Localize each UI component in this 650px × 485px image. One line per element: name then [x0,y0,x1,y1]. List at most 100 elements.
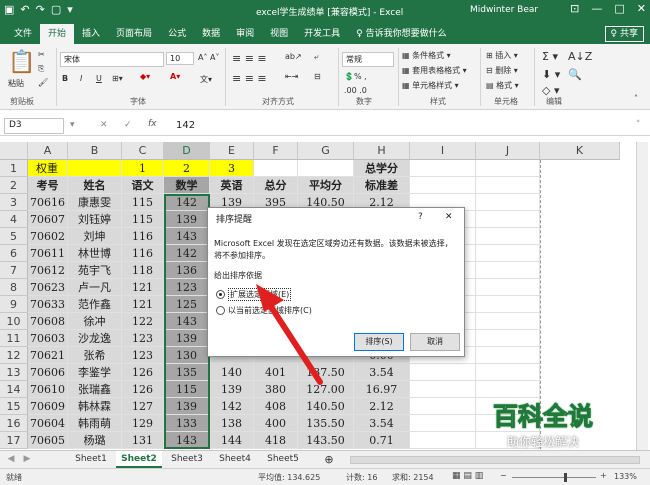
sheet-tab-1[interactable]: Sheet1 [68,451,114,468]
cell[interactable]: 1 [122,160,164,177]
cell[interactable]: 70602 [28,228,68,245]
bold-button[interactable]: B [62,74,68,83]
cell[interactable]: 139 [210,381,254,398]
row-header[interactable]: 11 [0,330,28,347]
grow-font-icon[interactable]: A˄ A˅ [198,53,220,62]
orientation-icon[interactable]: ab↗ [285,52,302,61]
cell[interactable]: 144 [210,432,254,449]
next-sheet-icon[interactable]: ▶ [20,451,34,468]
zoom-slider-thumb[interactable] [564,473,567,482]
cell[interactable] [476,177,540,194]
cell[interactable]: 400 [254,415,298,432]
cell[interactable]: 0.71 [354,432,410,449]
column-header-d[interactable]: D [164,142,210,160]
column-header-b[interactable]: B [68,142,122,160]
cell[interactable]: 131 [122,432,164,449]
cell[interactable]: 2 [164,160,210,177]
merge-center-icon[interactable]: ⊟ [314,72,321,81]
decimal-icon[interactable]: .00 .0 [344,86,367,95]
align-top-icon[interactable]: ≡ ≡ ≡ [232,52,267,65]
font-size-select[interactable]: 10 [166,52,194,65]
radio-selected-icon[interactable] [216,290,225,299]
collapse-ribbon-icon[interactable]: ˄ [634,94,638,103]
underline-button[interactable]: U [96,74,102,83]
format-painter-icon[interactable]: 🖌 [38,78,48,87]
align-left-icon[interactable]: ≡ ≡ ≡ [232,72,267,85]
cell[interactable]: 70612 [28,262,68,279]
cell[interactable]: 70608 [28,313,68,330]
border-icon[interactable]: ⊞▾ [112,74,123,83]
row-header[interactable]: 9 [0,296,28,313]
ribbon-options-icon[interactable]: ⊡ [570,2,579,15]
cell[interactable]: 张希 [68,347,122,364]
cell[interactable] [476,347,540,364]
autosum-icon[interactable]: Σ ▾ [542,50,558,63]
minimize-button[interactable]: — [591,2,602,15]
cell[interactable]: 115 [122,211,164,228]
cell[interactable] [476,262,540,279]
cell[interactable]: 林世博 [68,245,122,262]
save-icon[interactable]: ▣ [4,3,14,16]
cell[interactable] [410,381,476,398]
column-header-a[interactable]: A [28,142,68,160]
cell[interactable]: 总分 [254,177,298,194]
cell[interactable]: 权重 [28,160,68,177]
cell[interactable] [476,194,540,211]
cell[interactable]: 16.97 [354,381,410,398]
row-header[interactable]: 16 [0,415,28,432]
cell[interactable]: 数学 [164,177,210,194]
row-header[interactable]: 5 [0,228,28,245]
row-header[interactable]: 13 [0,364,28,381]
insert-cells-button[interactable]: ⊞ 插入 ▾ [486,50,518,61]
sheet-tab-5[interactable]: Sheet5 [260,451,306,468]
prev-sheet-icon[interactable]: ◀ [4,451,18,468]
phonetic-icon[interactable]: 文▾ [200,74,212,85]
cell[interactable] [410,398,476,415]
share-button[interactable]: ♀ 共享 [604,26,644,42]
row-header[interactable]: 8 [0,279,28,296]
cell[interactable]: 70616 [28,194,68,211]
cell[interactable]: 129 [122,415,164,432]
column-header-g[interactable]: G [298,142,354,160]
row-header[interactable]: 4 [0,211,28,228]
indent-icon[interactable]: ⇤⇥ [285,72,298,81]
new-file-icon[interactable]: ▢ [51,3,61,16]
italic-button[interactable]: I [80,74,82,83]
cell[interactable]: 徐冲 [68,313,122,330]
name-box[interactable]: D3 [4,118,64,134]
cancel-entry-icon[interactable]: ✕ [100,120,108,130]
cell[interactable]: 总学分 [354,160,410,177]
add-sheet-icon[interactable]: ⊕ [322,451,336,468]
cell[interactable]: 70623 [28,279,68,296]
tab-developer[interactable]: 开发工具 [296,24,348,44]
row-header[interactable]: 2 [0,177,28,194]
cell[interactable]: 2.12 [354,398,410,415]
cell[interactable] [476,364,540,381]
row-header[interactable]: 6 [0,245,28,262]
row-header[interactable]: 3 [0,194,28,211]
undo-icon[interactable]: ↶ [20,3,29,16]
cancel-button[interactable]: 取消 [410,333,460,351]
expand-formula-icon[interactable]: ˅ [636,120,641,130]
font-name-select[interactable]: 宋体 [60,52,164,67]
cell[interactable]: 范作鑫 [68,296,122,313]
column-header-f[interactable]: F [254,142,298,160]
font-color-icon[interactable]: A▾ [170,72,180,81]
cell[interactable]: 70604 [28,415,68,432]
cell[interactable] [476,211,540,228]
cell[interactable] [410,415,476,432]
insert-function-button[interactable]: fx [148,119,157,129]
cell[interactable]: 卢一凡 [68,279,122,296]
cell[interactable] [476,296,540,313]
cell[interactable]: 418 [254,432,298,449]
column-header-j[interactable]: J [476,142,540,160]
cell[interactable]: 70606 [28,364,68,381]
cell[interactable]: 70605 [28,432,68,449]
column-header-i[interactable]: I [410,142,476,160]
cell[interactable]: 姓名 [68,177,122,194]
tab-data[interactable]: 数据 [194,24,228,44]
cell[interactable]: 126 [122,364,164,381]
cell[interactable] [476,160,540,177]
column-header-h[interactable]: H [354,142,410,160]
cell[interactable]: 138 [210,415,254,432]
